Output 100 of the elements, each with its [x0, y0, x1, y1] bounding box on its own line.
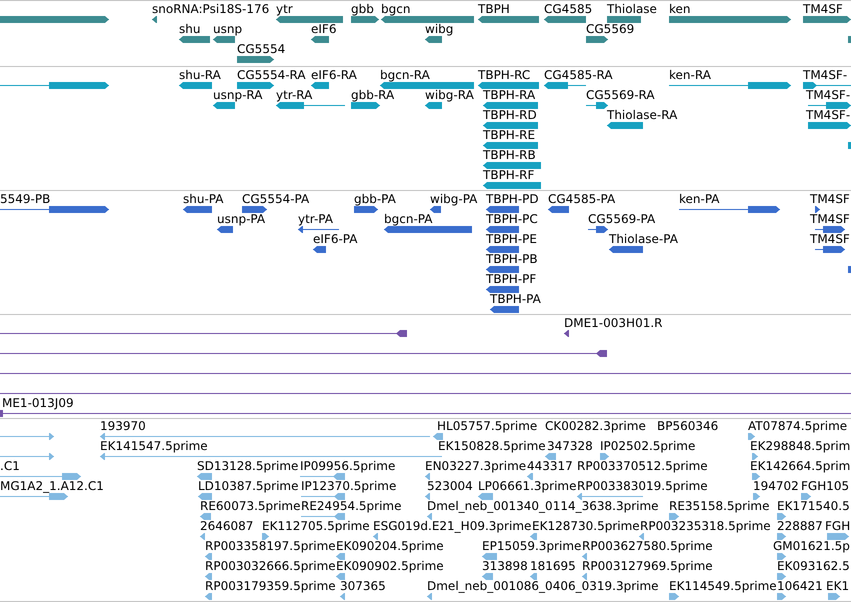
protein-glyph[interactable] [815, 226, 845, 233]
est-glyph[interactable] [530, 533, 537, 540]
est-glyph[interactable] [336, 573, 345, 580]
transcript-glyph[interactable] [483, 122, 538, 129]
est-glyph[interactable] [527, 473, 533, 480]
protein-glyph[interactable] [679, 206, 780, 213]
est-glyph[interactable] [669, 593, 679, 600]
protein-glyph[interactable] [815, 206, 820, 213]
transcript-glyph[interactable] [478, 82, 539, 89]
est-glyph[interactable] [100, 453, 442, 460]
est-glyph[interactable] [827, 533, 849, 540]
est-glyph[interactable] [582, 553, 587, 560]
clone-glyph[interactable] [564, 330, 569, 337]
gene-glyph[interactable] [276, 16, 343, 23]
protein-glyph[interactable] [548, 206, 569, 213]
transcript-glyph[interactable] [483, 182, 541, 189]
est-glyph[interactable] [425, 493, 430, 500]
est-glyph[interactable] [748, 433, 755, 440]
transcript-glyph[interactable] [607, 122, 643, 129]
gene-glyph[interactable] [425, 36, 442, 43]
transcript-glyph[interactable] [803, 82, 851, 89]
transcript-glyph[interactable] [179, 82, 212, 89]
est-glyph[interactable] [0, 473, 81, 480]
protein-glyph[interactable] [815, 246, 845, 253]
protein-glyph[interactable] [298, 226, 339, 233]
protein-glyph[interactable] [0, 206, 109, 213]
protein-glyph[interactable] [609, 246, 643, 253]
est-glyph[interactable] [200, 513, 211, 520]
est-glyph[interactable] [0, 433, 54, 440]
est-glyph[interactable] [205, 593, 212, 600]
protein-glyph[interactable] [217, 226, 233, 233]
est-glyph[interactable] [205, 553, 212, 560]
est-glyph[interactable] [482, 553, 497, 560]
transcript-glyph[interactable] [380, 82, 474, 89]
est-glyph[interactable] [340, 593, 345, 600]
est-glyph[interactable] [427, 513, 432, 520]
est-glyph[interactable] [0, 453, 54, 460]
est-glyph[interactable] [373, 533, 378, 540]
protein-glyph[interactable] [242, 206, 267, 213]
est-glyph[interactable] [478, 493, 493, 500]
transcript-glyph[interactable] [669, 82, 791, 89]
transcript-glyph[interactable] [351, 102, 380, 109]
est-glyph[interactable] [301, 513, 345, 520]
protein-glyph[interactable] [486, 246, 519, 253]
est-glyph[interactable] [262, 533, 269, 540]
protein-glyph[interactable] [486, 266, 519, 273]
gene-glyph[interactable] [803, 16, 851, 23]
transcript-glyph[interactable] [311, 82, 329, 89]
transcript-glyph[interactable] [483, 102, 538, 109]
est-glyph[interactable] [433, 433, 443, 440]
gene-glyph[interactable] [311, 36, 329, 43]
est-glyph[interactable] [427, 593, 432, 600]
est-glyph[interactable] [198, 493, 212, 500]
est-glyph[interactable] [777, 573, 786, 580]
transcript-glyph[interactable] [425, 102, 442, 109]
est-glyph[interactable] [200, 533, 205, 540]
transcript-glyph[interactable] [0, 82, 109, 89]
est-glyph[interactable] [482, 573, 493, 580]
transcript-glyph[interactable] [544, 82, 586, 89]
est-glyph[interactable] [669, 513, 679, 520]
gene-glyph[interactable] [478, 16, 539, 23]
protein-glyph[interactable] [430, 206, 441, 213]
est-glyph[interactable] [777, 533, 786, 540]
est-glyph[interactable] [530, 573, 537, 580]
clone-glyph[interactable] [0, 330, 407, 337]
est-glyph[interactable] [0, 493, 68, 500]
transcript-glyph[interactable] [237, 82, 274, 89]
gene-glyph[interactable] [213, 36, 235, 43]
est-glyph[interactable] [777, 513, 786, 520]
est-glyph[interactable] [639, 533, 644, 540]
est-glyph[interactable] [301, 493, 345, 500]
transcript-glyph[interactable] [586, 102, 608, 109]
est-glyph[interactable] [752, 453, 758, 460]
est-glyph[interactable] [205, 573, 212, 580]
est-glyph[interactable] [752, 473, 760, 480]
clone-glyph[interactable] [0, 390, 851, 397]
est-glyph[interactable] [336, 553, 345, 560]
transcript-glyph[interactable] [213, 102, 235, 109]
protein-glyph[interactable] [384, 226, 472, 233]
est-glyph[interactable] [753, 493, 760, 500]
protein-glyph[interactable] [354, 206, 378, 213]
protein-glyph[interactable] [313, 246, 326, 253]
clone-glyph[interactable] [0, 410, 851, 417]
transcript-glyph[interactable] [276, 102, 345, 109]
est-glyph[interactable] [582, 573, 587, 580]
est-glyph[interactable] [545, 453, 556, 460]
est-glyph[interactable] [600, 453, 609, 460]
gene-glyph[interactable] [179, 36, 210, 43]
est-glyph[interactable] [197, 473, 212, 480]
gene-glyph[interactable] [544, 16, 586, 23]
protein-glyph[interactable] [490, 306, 519, 313]
gene-glyph[interactable] [381, 16, 474, 23]
protein-glyph[interactable] [588, 226, 608, 233]
est-glyph[interactable] [777, 593, 786, 600]
clone-glyph[interactable] [0, 370, 851, 377]
gene-glyph[interactable] [152, 16, 157, 23]
transcript-glyph[interactable] [808, 122, 851, 129]
transcript-glyph[interactable] [808, 102, 851, 109]
transcript-glyph[interactable] [483, 142, 538, 149]
protein-glyph[interactable] [183, 206, 212, 213]
